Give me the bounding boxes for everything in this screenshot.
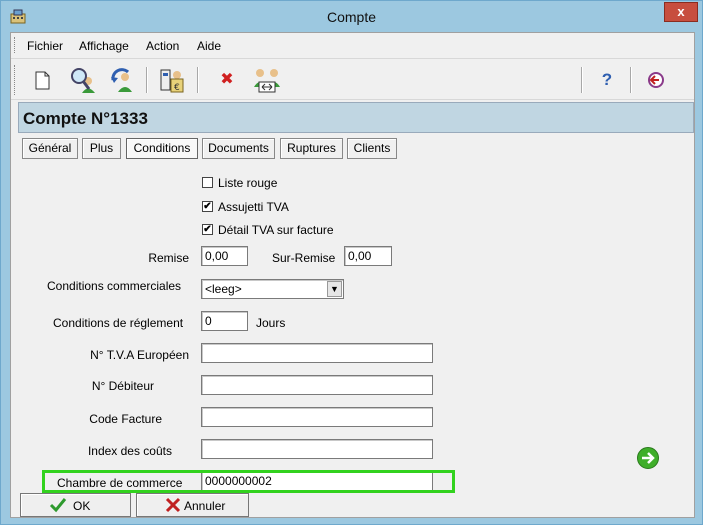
conditions-commerciales-value: <leeg>: [205, 282, 242, 296]
liste-rouge-checkbox[interactable]: [202, 177, 213, 188]
checkmark-icon: ✔: [203, 201, 212, 212]
transfer-users-button[interactable]: [252, 65, 282, 95]
conditions-commerciales-select[interactable]: <leeg> ▼: [201, 279, 344, 299]
tva-europeen-label: N° T.V.A Européen: [90, 348, 189, 362]
next-button[interactable]: [637, 447, 659, 469]
toolbar-separator: [630, 67, 632, 93]
exit-button[interactable]: [641, 65, 671, 95]
exit-icon: [648, 72, 664, 88]
index-couts-label: Index des coûts: [87, 444, 172, 458]
detail-tva-checkbox[interactable]: ✔: [202, 224, 213, 235]
cancel-label: Annuler: [184, 499, 226, 513]
search-user-icon: [71, 68, 95, 93]
toolbar-separator: [146, 67, 148, 93]
chevron-down-icon[interactable]: ▼: [327, 281, 342, 297]
code-facture-input[interactable]: [201, 407, 433, 427]
tab-general[interactable]: Général: [22, 138, 78, 159]
menu-bar: Fichier Affichage Action Aide: [11, 33, 694, 57]
cancel-icon: [165, 497, 181, 513]
title-bar[interactable]: Compte x: [1, 1, 702, 32]
cancel-button[interactable]: Annuler: [136, 493, 249, 517]
menu-action[interactable]: Action: [146, 39, 179, 53]
remise-input[interactable]: 0,00: [201, 246, 248, 266]
refresh-user-icon: [111, 68, 132, 92]
menu-grip[interactable]: [14, 37, 17, 53]
tab-ruptures[interactable]: Ruptures: [280, 138, 343, 159]
debiteur-input[interactable]: [201, 375, 433, 395]
conditions-commerciales-label: Conditions commerciales: [47, 279, 182, 293]
checkmark-icon: ✔: [203, 224, 212, 235]
index-couts-input[interactable]: [201, 439, 433, 459]
page-title: Compte N°1333: [23, 109, 148, 128]
arrow-right-icon: [642, 452, 655, 464]
jours-label: Jours: [256, 316, 286, 330]
svg-text:€: €: [174, 83, 180, 93]
ok-label: OK: [73, 499, 91, 513]
menu-aide[interactable]: Aide: [197, 39, 221, 53]
close-button[interactable]: x: [664, 2, 698, 22]
toolbar-separator: [581, 67, 583, 93]
toolbar-grip[interactable]: [14, 65, 17, 95]
liste-rouge-label: Liste rouge: [218, 176, 278, 190]
remise-label: Remise: [148, 251, 189, 265]
window: Compte x Fichier Affichage Action Aide €: [0, 0, 703, 525]
tab-conditions[interactable]: Conditions: [126, 138, 198, 159]
close-icon: x: [677, 4, 685, 19]
toolbar-separator: [197, 67, 199, 93]
highlight-box: [42, 470, 455, 493]
debiteur-label: N° Débiteur: [91, 379, 154, 393]
window-title: Compte: [326, 9, 377, 25]
new-document-icon: [35, 71, 50, 90]
menu-fichier[interactable]: Fichier: [27, 39, 63, 53]
sur-remise-input[interactable]: 0,00: [344, 246, 392, 266]
new-document-button[interactable]: [27, 65, 57, 95]
tab-clients[interactable]: Clients: [347, 138, 397, 159]
assujetti-tva-label: Assujetti TVA: [218, 200, 289, 214]
toolbar: € ✖ ?: [11, 58, 694, 100]
code-facture-label: Code Facture: [89, 412, 162, 426]
document-euro-icon: €: [160, 69, 184, 93]
document-euro-button[interactable]: €: [157, 65, 187, 95]
assujetti-tva-checkbox[interactable]: ✔: [202, 201, 213, 212]
ok-button[interactable]: OK: [20, 493, 131, 517]
client-area: Fichier Affichage Action Aide € ✖ ? Comp…: [10, 32, 695, 518]
header-band: Compte N°1333: [18, 102, 694, 133]
tab-plus[interactable]: Plus: [82, 138, 121, 159]
menu-affichage[interactable]: Affichage: [79, 39, 129, 53]
tab-documents[interactable]: Documents: [202, 138, 275, 159]
help-icon: ?: [601, 70, 613, 89]
checkmark-icon: [49, 498, 67, 513]
refresh-user-button[interactable]: [107, 65, 137, 95]
conditions-reglement-input[interactable]: 0: [201, 311, 248, 331]
detail-tva-label: Détail TVA sur facture: [218, 223, 334, 237]
delete-icon: ✖: [220, 71, 234, 88]
sur-remise-label: Sur-Remise: [272, 251, 336, 265]
transfer-users-icon: [254, 69, 280, 93]
help-button[interactable]: ?: [592, 65, 622, 95]
conditions-reglement-label: Conditions de réglement: [53, 316, 184, 330]
delete-button[interactable]: ✖: [212, 65, 242, 95]
search-user-button[interactable]: [67, 65, 97, 95]
tva-europeen-input[interactable]: [201, 343, 433, 363]
